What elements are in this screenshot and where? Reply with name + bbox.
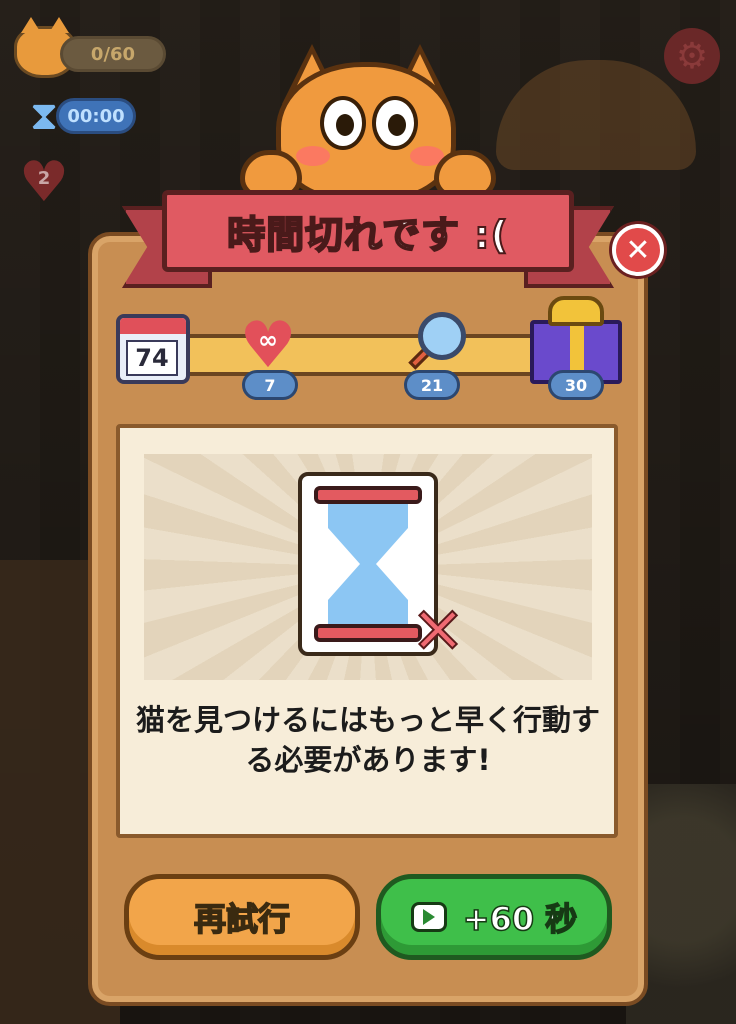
gift-bow: [548, 296, 604, 326]
hearts-count: 2: [37, 168, 51, 189]
close-button[interactable]: ✕: [612, 224, 664, 276]
cat-eye-left: [320, 96, 366, 150]
video-play-icon: [410, 902, 447, 932]
milestone-badge-1: 7: [242, 370, 298, 400]
dialog-message: 猫を見つけるにはもっと早く行動する必要があります!: [136, 703, 601, 777]
dialog-title: 時間切れです :(: [226, 212, 509, 258]
calendar-icon: 74: [116, 314, 190, 384]
milestone-badge-2: 21: [404, 370, 460, 400]
reward-progress-track: [176, 334, 546, 376]
calendar-day: 74: [126, 340, 178, 376]
retry-button[interactable]: 再試行: [124, 874, 360, 960]
add-time-button[interactable]: +60 秒: [376, 874, 612, 960]
add-time-label: +60 秒: [462, 899, 578, 939]
cat-eye-right: [372, 96, 418, 150]
cat-head: [276, 62, 456, 202]
milestone-badge-3: 30: [548, 370, 604, 400]
title-ribbon: 時間切れです :(: [162, 190, 574, 272]
magnifier-icon: [418, 312, 466, 360]
cats-found-counter: 0/60: [60, 36, 166, 72]
background-lamp: [496, 60, 696, 170]
gear-icon[interactable]: ⚙: [664, 28, 720, 84]
timer-display: 00:00: [56, 98, 136, 134]
calendar-header: [120, 318, 186, 334]
infinity-symbol: ∞: [258, 326, 278, 354]
cat-blush-left: [296, 146, 330, 166]
close-icon: ✕: [625, 232, 651, 268]
retry-label: 再試行: [193, 899, 291, 939]
hourglass-cap-top: [314, 486, 422, 504]
cross-icon: ✕: [410, 595, 466, 669]
